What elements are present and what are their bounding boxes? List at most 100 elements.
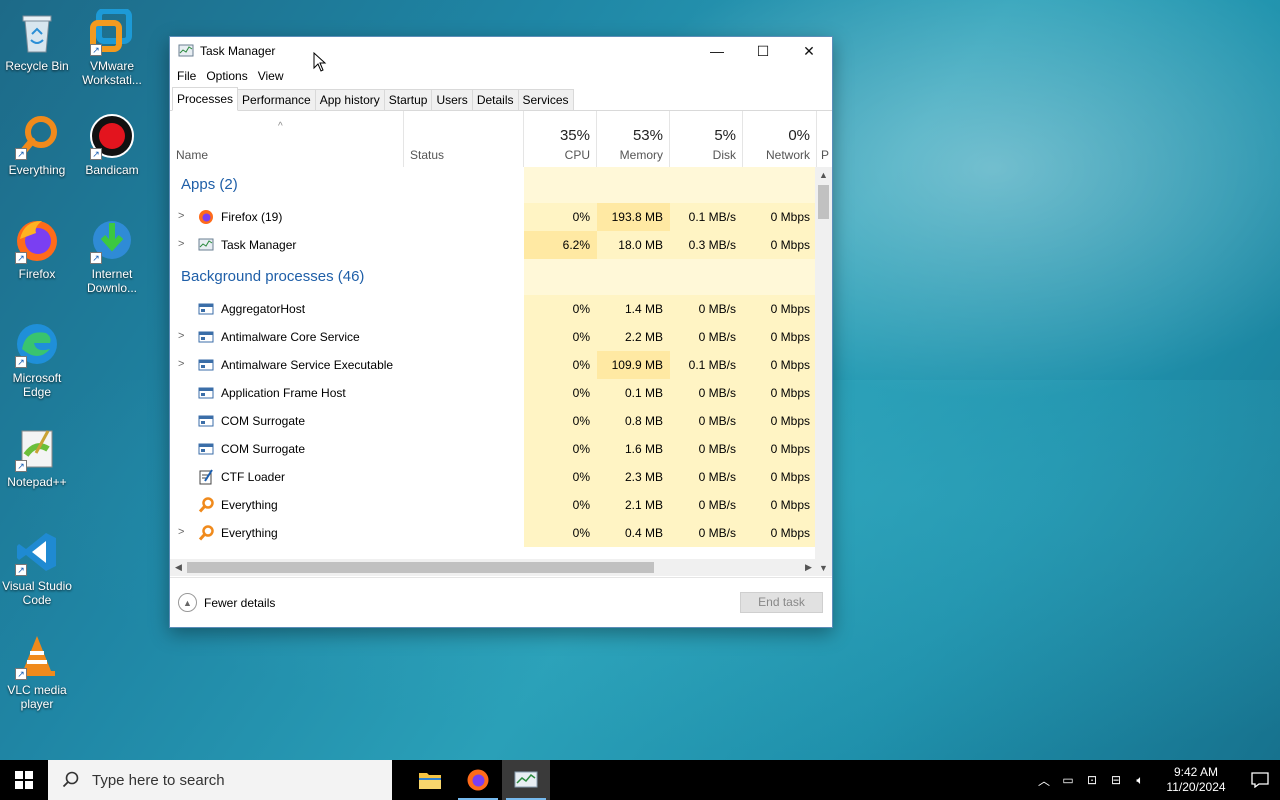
table-row[interactable]: COM Surrogate 0% 0.8 MB 0 MB/s 0 Mbps [170,407,817,435]
notepadpp-icon: ↗ [13,424,61,472]
scroll-right-arrow-icon[interactable]: ▶ [800,559,817,576]
desktop-icon-bandicam[interactable]: ↗ Bandicam [72,112,152,177]
vertical-scrollbar[interactable]: ▲ ▼ [815,167,832,576]
tab-strip: Processes Performance App history Startu… [170,87,832,111]
desktop-icon-internet-download-manager[interactable]: ↗ Internet Downlo... [72,216,152,295]
column-header-memory[interactable]: 53% Memory [597,111,670,167]
volume-icon[interactable]: 🔈︎ [1128,773,1152,788]
search-placeholder: Type here to search [92,771,225,789]
table-row[interactable]: > Task Manager 6.2% 18.0 MB 0.3 MB/s 0 M… [170,231,817,259]
taskbar-search-box[interactable]: Type here to search [48,760,392,800]
shortcut-arrow-icon: ↗ [15,252,27,264]
shortcut-arrow-icon: ↗ [90,252,102,264]
shortcut-arrow-icon: ↗ [90,44,102,56]
table-row[interactable]: CTF Loader 0% 2.3 MB 0 MB/s 0 Mbps [170,463,817,491]
task-manager-icon [198,238,214,251]
close-button[interactable]: ✕ [786,37,832,65]
tab-processes[interactable]: Processes [172,87,239,111]
table-row[interactable]: > Firefox (19) 0% 193.8 MB 0.1 MB/s 0 Mb… [170,203,817,231]
desktop-icon-vscode[interactable]: ↗ Visual Studio Code [0,528,77,607]
scroll-down-arrow-icon[interactable]: ▼ [815,560,832,576]
taskbar-firefox[interactable] [454,760,502,800]
show-hidden-icons-chevron-icon[interactable]: ︿ [1032,772,1056,789]
menu-bar: File Options View [170,65,832,87]
table-row[interactable]: > Everything 0% 0.4 MB 0 MB/s 0 Mbps [170,519,817,547]
desktop-icon-label: Bandicam [85,163,139,177]
desktop-icon-vlc[interactable]: ↗ VLC media player [0,632,77,711]
service-window-icon [198,415,214,427]
task-manager-window: Task Manager — ☐ ✕ File Options View Pro… [169,36,833,628]
desktop-icon-label: VMware Workstati... [82,59,142,87]
menu-file[interactable]: File [172,69,201,83]
firefox-icon [467,769,489,791]
tab-startup[interactable]: Startup [383,89,433,110]
menu-view[interactable]: View [253,69,289,83]
column-header-power[interactable]: P [817,111,832,167]
maximize-button[interactable]: ☐ [740,37,786,65]
firefox-icon [199,210,213,224]
scroll-up-arrow-icon[interactable]: ▲ [815,167,832,183]
menu-options[interactable]: Options [201,69,252,83]
shortcut-arrow-icon: ↗ [15,668,27,680]
start-button[interactable] [0,760,48,800]
window-footer: ▲ Fewer details End task [170,577,832,627]
minimize-button[interactable]: — [694,37,740,65]
column-header-cpu[interactable]: 35% CPU [524,111,597,167]
process-table: ^ Name Status 35% CPU 53% Memory 5% Disk… [170,111,832,576]
expand-chevron-icon[interactable]: > [178,330,188,342]
vlc-cone-icon: ↗ [13,632,61,680]
tab-services[interactable]: Services [517,89,574,110]
taskbar-task-manager[interactable] [502,760,550,800]
table-row[interactable]: Application Frame Host 0% 0.1 MB 0 MB/s … [170,379,817,407]
window-title: Task Manager [200,44,276,58]
table-row[interactable]: Everything 0% 2.1 MB 0 MB/s 0 Mbps [170,491,817,519]
desktop-icon-label: Microsoft Edge [12,371,62,399]
scroll-left-arrow-icon[interactable]: ◀ [170,559,187,576]
title-bar[interactable]: Task Manager — ☐ ✕ [170,37,832,65]
column-header-name[interactable]: ^ Name [170,111,404,167]
desktop-icon-vmware[interactable]: ↗ VMware Workstati... [72,8,152,87]
column-header-network[interactable]: 0% Network [743,111,817,167]
taskbar-clock[interactable]: 9:42 AM 11/20/2024 [1158,765,1234,795]
process-rows: Apps (2) > Firefox (19) 0% 193.8 MB 0.1 … [170,167,817,547]
expand-chevron-icon[interactable]: > [178,238,188,250]
group-header-background: Background processes (46) [170,259,817,295]
security-icon[interactable]: ⊡ [1080,773,1104,787]
end-task-button[interactable]: End task [740,592,823,613]
edge-icon: ↗ [13,320,61,368]
column-header-status[interactable]: Status [404,111,524,167]
everything-search-icon [198,525,214,541]
clock-time: 9:42 AM [1173,765,1219,779]
recycle-bin-icon [13,8,61,56]
shortcut-arrow-icon: ↗ [90,148,102,160]
desktop-icon-edge[interactable]: ↗ Microsoft Edge [0,320,77,399]
column-header-disk[interactable]: 5% Disk [670,111,743,167]
tab-performance[interactable]: Performance [237,89,316,110]
expand-chevron-icon[interactable]: > [178,526,188,538]
tab-details[interactable]: Details [471,89,519,110]
desktop-icon-notepadpp[interactable]: ↗ Notepad++ [0,424,77,489]
horizontal-scroll-thumb[interactable] [187,562,654,573]
taskbar-file-explorer[interactable] [406,760,454,800]
desktop-icon-label: Notepad++ [7,475,67,489]
desktop-icon-recycle-bin[interactable]: Recycle Bin [0,8,77,73]
chevron-up-circle-icon: ▲ [178,593,197,612]
tab-app-history[interactable]: App history [314,89,385,110]
table-row[interactable]: AggregatorHost 0% 1.4 MB 0 MB/s 0 Mbps [170,295,817,323]
notification-center-button[interactable] [1240,760,1280,800]
table-row[interactable]: COM Surrogate 0% 1.6 MB 0 MB/s 0 Mbps [170,435,817,463]
table-row[interactable]: > Antimalware Service Executable 0% 109.… [170,351,817,379]
desktop-icon-firefox[interactable]: ↗ Firefox [0,216,77,281]
expand-chevron-icon[interactable]: > [178,358,188,370]
desktop-icon-label: VLC media player [7,683,67,711]
network-icon[interactable]: ⊟ [1104,773,1128,787]
desktop-icon-everything[interactable]: ↗ Everything [0,112,77,177]
vscode-icon: ↗ [13,528,61,576]
network-drive-icon[interactable]: ▭ [1056,773,1080,787]
fewer-details-button[interactable]: ▲ Fewer details [178,593,275,612]
horizontal-scrollbar[interactable]: ◀ ▶ [170,559,817,576]
expand-chevron-icon[interactable]: > [178,210,188,222]
tab-users[interactable]: Users [431,89,473,110]
vertical-scroll-thumb[interactable] [818,185,829,219]
table-row[interactable]: > Antimalware Core Service 0% 2.2 MB 0 M… [170,323,817,351]
